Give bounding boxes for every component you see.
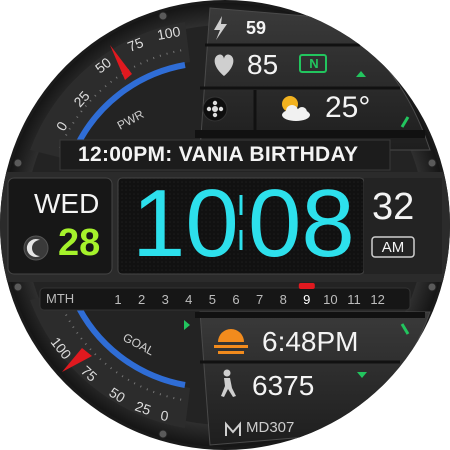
month-tick-label: 11	[347, 292, 361, 307]
step-count[interactable]: 6375	[252, 370, 314, 402]
heart-zone-text: N	[309, 56, 319, 71]
month-tick-label: 5	[209, 292, 216, 307]
moon-phase-icon	[23, 235, 49, 261]
month-tick-label: 2	[138, 292, 145, 307]
current-month-marker	[298, 283, 315, 289]
month-tick-label: 8	[280, 292, 287, 307]
settings-icon[interactable]	[202, 96, 228, 122]
event-text[interactable]: 12:00PM: VANIA BIRTHDAY	[78, 143, 358, 167]
heart-rate-value: 85	[247, 49, 279, 80]
right-top-panel	[195, 7, 431, 151]
brand-code: MD307	[246, 419, 295, 436]
month-tick-label: 4	[185, 292, 192, 307]
seconds: 32	[372, 186, 415, 228]
day-of-month[interactable]: 28	[58, 222, 100, 265]
hours: 10	[132, 170, 239, 277]
sunset-time[interactable]: 6:48PM	[262, 326, 359, 358]
month-tick-label: 10	[323, 292, 337, 307]
minutes: 08	[248, 170, 355, 277]
month-tick-label: 12	[370, 292, 384, 307]
month-scale-label: MTH	[46, 291, 75, 306]
ampm: AM	[381, 239, 405, 256]
weekday: WED	[34, 188, 100, 219]
weather-temperature: 25°	[325, 91, 371, 124]
month-tick-label: 9	[303, 292, 310, 307]
month-tick-label: 6	[232, 292, 239, 307]
month-tick-label: 7	[256, 292, 263, 307]
month-tick-label: 1	[114, 292, 121, 307]
month-tick-label: 3	[162, 292, 169, 307]
power-value: 59	[246, 18, 267, 38]
